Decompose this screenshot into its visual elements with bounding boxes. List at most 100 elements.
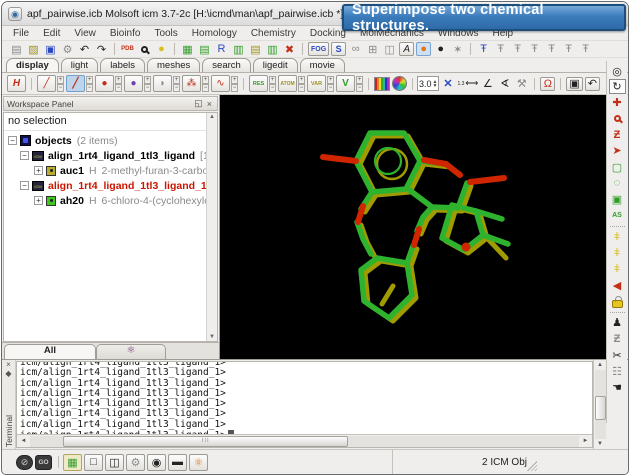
close-panel-icon[interactable]: × [205, 99, 214, 109]
float-panel-icon[interactable]: ◱ [192, 98, 205, 109]
measure-1-icon[interactable]: ǂ [609, 229, 626, 245]
scroll-left-icon[interactable]: ◄ [17, 438, 30, 444]
vscroll-thumb[interactable] [595, 396, 606, 419]
stop-icon[interactable]: ⊘ [16, 455, 33, 470]
clipping-icon[interactable]: ◀ [609, 277, 626, 293]
chem-grid2-icon[interactable]: ▥ [265, 42, 280, 56]
magic-wand-icon[interactable]: ✶ [450, 42, 465, 56]
tools-wrench-icon[interactable]: ⚒ [514, 77, 529, 91]
measure-3-icon[interactable]: ǂ [609, 261, 626, 277]
screenshot-camera-icon[interactable]: ◉ [147, 454, 166, 471]
redo-icon[interactable]: ↷ [94, 42, 109, 56]
wire-minus[interactable]: − [57, 84, 64, 92]
terminal-main[interactable]: icm/align_1rt4_ligand_1tl3_ligand_1> icm… [16, 361, 593, 448]
terminal-hscrollbar[interactable]: ◄ III ► [17, 434, 592, 447]
delete-table-icon[interactable]: ✖ [282, 42, 297, 56]
color-palette-icon[interactable] [374, 77, 390, 91]
hydrogens-button[interactable]: H [7, 75, 26, 92]
preferences-gear-icon[interactable]: ⚙ [60, 42, 75, 56]
copy-table-icon[interactable]: ▤ [197, 42, 212, 56]
expand-icon[interactable]: + [34, 166, 43, 175]
tree-row-auc1[interactable]: + auc1 H 2-methyl-furan-3-carbo [8, 163, 217, 178]
lock-icon[interactable] [609, 293, 626, 309]
thickness-spinner[interactable]: 3.0 ▲▼ [417, 76, 439, 91]
cascade-windows-icon[interactable]: ◫ [382, 42, 397, 56]
save-icon[interactable]: ▣ [43, 42, 58, 56]
menu-chemistry[interactable]: Chemistry [244, 28, 303, 39]
movie-icon[interactable]: ▬ [168, 454, 187, 471]
bond-style-5-icon[interactable]: Ŧ [544, 42, 559, 56]
penguin-easter-icon[interactable]: ♟ [609, 315, 626, 331]
bond-style-6-icon[interactable]: Ŧ [561, 42, 576, 56]
collapse-icon[interactable]: − [8, 136, 17, 145]
fly-tool-icon[interactable]: ➤ [609, 143, 626, 159]
r-statistics-icon[interactable]: R [214, 42, 229, 56]
search-icon[interactable] [137, 42, 152, 56]
tab-display[interactable]: display [6, 58, 59, 72]
tree-row-ligand1[interactable]: − ICM align_1rt4_ligand_1tl3_ligand [1] … [8, 148, 217, 163]
scroll-up-icon[interactable]: ▲ [209, 114, 215, 120]
terminal-vscrollbar[interactable]: ▲ ▼ [593, 360, 606, 449]
tab-movie[interactable]: movie [300, 58, 345, 72]
bond-style-7-icon[interactable]: Ŧ [578, 42, 593, 56]
matte-sphere-button[interactable]: ● [433, 42, 448, 56]
menu-view[interactable]: View [67, 28, 103, 39]
query-icon[interactable]: ● [154, 42, 169, 56]
undo-icon[interactable]: ↶ [77, 42, 92, 56]
workspace-layout-icon[interactable]: ▦ [63, 454, 82, 471]
chem-table-icon[interactable]: ▤ [248, 42, 263, 56]
terminal-close-icon[interactable]: × [6, 360, 11, 369]
stick-style-button[interactable]: ╱ +− [66, 75, 93, 92]
hscroll-thumb[interactable]: III [63, 436, 348, 447]
tree-row-objects[interactable]: − objects (2 items) [8, 133, 217, 148]
rotation-center-icon[interactable]: ◎ [609, 63, 626, 79]
save-view-icon[interactable]: ▣ [566, 77, 582, 91]
workspace-panel-header[interactable]: Workspace Panel ◱ × [3, 96, 218, 111]
terminal-pin-icon[interactable]: ◆ [5, 369, 11, 378]
bond-style-1-icon[interactable]: Ŧ [476, 42, 491, 56]
tab-chemistry-icon[interactable]: ⚛ [96, 344, 166, 359]
cpk-style-button[interactable]: ⁂ +− [182, 75, 209, 92]
scroll-right-icon[interactable]: ► [579, 438, 592, 444]
tree-scrollbar[interactable]: ▲ ▼ [206, 113, 217, 341]
tree-row-ligand2[interactable]: − ICM align_1rt4_ligand_1tl3_ligand_1 [2… [8, 178, 217, 193]
select-box-icon[interactable]: ▢ [609, 159, 626, 175]
tab-search[interactable]: search [202, 58, 251, 72]
stereo-toggle-button[interactable]: S [331, 42, 346, 56]
select-lasso-icon[interactable]: ◌ [609, 175, 626, 191]
bond-style-2-icon[interactable]: Ŧ [493, 42, 508, 56]
residue-label-button[interactable]: RES +− [249, 75, 276, 92]
atom-label-button[interactable]: ATOM +− [278, 75, 305, 92]
restore-view-icon[interactable]: ↶ [585, 77, 600, 91]
glasses-icon[interactable]: ∞ [348, 42, 363, 56]
scroll-down-icon[interactable]: ▼ [597, 439, 603, 449]
tab-labels[interactable]: labels [100, 58, 145, 72]
rotate-tool-icon[interactable]: ↻ [609, 79, 626, 94]
ghost-icon[interactable]: ☷ [609, 363, 626, 379]
load-table-icon[interactable]: ▦ [180, 42, 195, 56]
select-sphere-icon[interactable]: ▣ [609, 191, 626, 207]
center-view-icon[interactable]: ✕ [440, 77, 455, 91]
settings-gear-icon[interactable]: ⚙ [126, 454, 145, 471]
new-file-icon[interactable]: ▤ [9, 42, 24, 56]
open-file-icon[interactable]: ▨ [26, 42, 41, 56]
menu-tools[interactable]: Tools [147, 28, 184, 39]
sleep-icon[interactable]: Ƶ [609, 331, 626, 347]
menu-homology[interactable]: Homology [185, 28, 244, 39]
terminal-tab-label[interactable]: Terminal [4, 415, 14, 447]
variable-label-button[interactable]: VAR +− [307, 75, 334, 92]
antialias-button[interactable]: A [399, 42, 414, 56]
scroll-up-icon[interactable]: ▲ [597, 360, 603, 370]
color-wheel-icon[interactable] [392, 77, 407, 91]
z-rotate-tool-icon[interactable]: Ƶ [609, 127, 626, 143]
bond-style-4-icon[interactable]: Ŧ [527, 42, 542, 56]
graphics-viewer[interactable] [220, 95, 606, 359]
ribbon-style-button[interactable]: ∿ +− [211, 75, 238, 92]
collapse-icon[interactable]: − [20, 181, 29, 190]
pdb-search-icon[interactable]: PDB [120, 42, 135, 56]
tree-row-ah20[interactable]: + ah20 H 6-chloro-4-(cyclohexylo [8, 193, 217, 208]
cut-icon[interactable]: ✂ [609, 347, 626, 363]
wire-plus[interactable]: + [57, 76, 64, 84]
expand-icon[interactable]: + [34, 196, 43, 205]
fog-toggle-button[interactable]: FOG [308, 42, 329, 56]
